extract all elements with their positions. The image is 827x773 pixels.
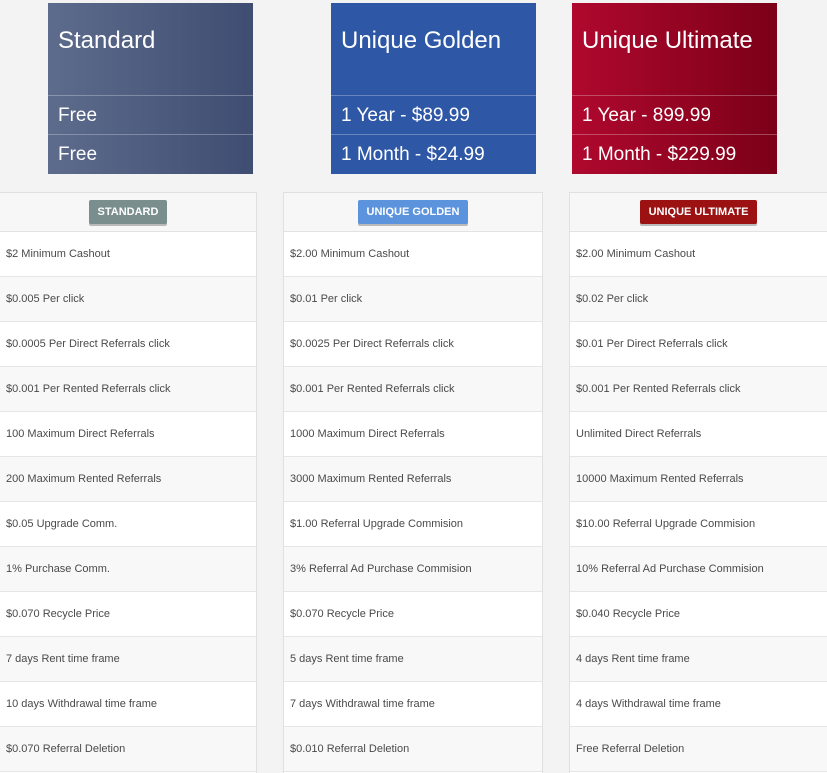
feature-row: $0.001 Per Rented Referrals click — [570, 367, 827, 412]
features-column-ultimate: UNIQUE ULTIMATE $2.00 Minimum Cashout $0.… — [569, 192, 827, 773]
plan-card-standard: Standard Free Free — [48, 3, 253, 174]
plan-name: Unique Ultimate — [582, 27, 753, 54]
feature-row: Unlimited Direct Referrals — [570, 412, 827, 457]
feature-row: 3000 Maximum Rented Referrals — [284, 457, 542, 502]
feature-row: 10% Referral Ad Purchase Commision — [570, 547, 827, 592]
feature-row: $0.070 Referral Deletion — [0, 727, 256, 772]
plan-price-monthly: 1 Month - $229.99 — [572, 134, 777, 173]
feature-row: Free Referral Deletion — [570, 727, 827, 772]
feature-row: $0.005 Per click — [0, 277, 256, 322]
feature-row: $1.00 Referral Upgrade Commision — [284, 502, 542, 547]
plan-name: Standard — [58, 27, 156, 54]
feature-row: $0.01 Per Direct Referrals click — [570, 322, 827, 367]
feature-row: $10.00 Referral Upgrade Commision — [570, 502, 827, 547]
feature-list: $2.00 Minimum Cashout $0.01 Per click $0.0… — [284, 232, 542, 772]
ultimate-plan-button[interactable]: UNIQUE ULTIMATE — [639, 200, 758, 224]
feature-row: $0.05 Upgrade Comm. — [0, 502, 256, 547]
feature-row: 100 Maximum Direct Referrals — [0, 412, 256, 457]
feature-list: $2 Minimum Cashout $0.005 Per click $0.000… — [0, 232, 256, 772]
plan-name: Unique Golden — [341, 27, 502, 54]
plan-price-yearly: 1 Year - $89.99 — [331, 95, 536, 134]
feature-row: $2 Minimum Cashout — [0, 232, 256, 277]
feature-row: $0.070 Recycle Price — [0, 592, 256, 637]
golden-plan-button[interactable]: UNIQUE GOLDEN — [357, 200, 469, 224]
plan-card-ultimate: Unique Ultimate 1 Year - 899.99 1 Month … — [572, 3, 777, 174]
feature-row: 5 days Rent time frame — [284, 637, 542, 682]
column-header: UNIQUE ULTIMATE — [570, 193, 827, 232]
feature-row: 7 days Withdrawal time frame — [284, 682, 542, 727]
feature-row: $0.0025 Per Direct Referrals click — [284, 322, 542, 367]
plan-price-yearly: Free — [48, 95, 253, 134]
feature-row: 200 Maximum Rented Referrals — [0, 457, 256, 502]
feature-row: 1% Purchase Comm. — [0, 547, 256, 592]
features-column-golden: UNIQUE GOLDEN $2.00 Minimum Cashout $0.01… — [283, 192, 543, 773]
feature-row: $0.010 Referral Deletion — [284, 727, 542, 772]
feature-row: $2.00 Minimum Cashout — [284, 232, 542, 277]
feature-row: $0.040 Recycle Price — [570, 592, 827, 637]
feature-row: $2.00 Minimum Cashout — [570, 232, 827, 277]
feature-row: $0.01 Per click — [284, 277, 542, 322]
feature-row: 4 days Withdrawal time frame — [570, 682, 827, 727]
feature-list: $2.00 Minimum Cashout $0.02 Per click $0.0… — [570, 232, 827, 772]
standard-plan-button[interactable]: STANDARD — [88, 200, 168, 224]
feature-row: $0.001 Per Rented Referrals click — [284, 367, 542, 412]
column-header: UNIQUE GOLDEN — [284, 193, 542, 232]
feature-row: 10000 Maximum Rented Referrals — [570, 457, 827, 502]
feature-row: 4 days Rent time frame — [570, 637, 827, 682]
feature-row: $0.0005 Per Direct Referrals click — [0, 322, 256, 367]
feature-row: $0.070 Recycle Price — [284, 592, 542, 637]
column-header: STANDARD — [0, 193, 256, 232]
plan-card-golden: Unique Golden 1 Year - $89.99 1 Month - … — [331, 3, 536, 174]
features-column-standard: STANDARD $2 Minimum Cashout $0.005 Per cl… — [0, 192, 257, 773]
feature-row: $0.001 Per Rented Referrals click — [0, 367, 256, 412]
plan-price-monthly: 1 Month - $24.99 — [331, 134, 536, 173]
plan-price-yearly: 1 Year - 899.99 — [572, 95, 777, 134]
feature-row: 10 days Withdrawal time frame — [0, 682, 256, 727]
feature-row: 3% Referral Ad Purchase Commision — [284, 547, 542, 592]
feature-row: 1000 Maximum Direct Referrals — [284, 412, 542, 457]
feature-row: 7 days Rent time frame — [0, 637, 256, 682]
feature-row: $0.02 Per click — [570, 277, 827, 322]
plan-price-monthly: Free — [48, 134, 253, 173]
